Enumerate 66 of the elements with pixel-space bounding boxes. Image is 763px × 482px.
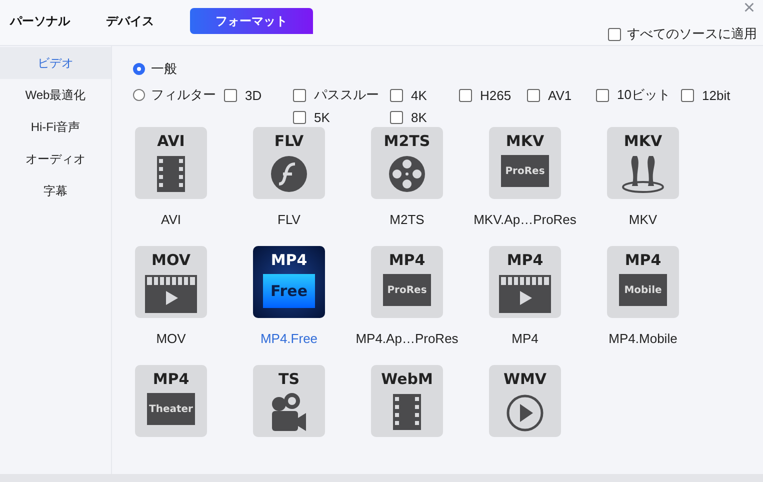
tile-badge: ProRes xyxy=(501,155,549,187)
format-tile[interactable]: MKV xyxy=(607,127,679,199)
sidebar-item[interactable]: 字幕 xyxy=(0,175,111,207)
filter-checkbox[interactable]: パススルー xyxy=(293,86,390,104)
tile-title: FLV xyxy=(274,133,304,150)
format-tile[interactable]: MOV xyxy=(135,246,207,318)
sidebar-item[interactable]: Web最適化 xyxy=(0,79,111,111)
video-player-icon xyxy=(144,273,198,313)
format-tile[interactable]: MP4 Free xyxy=(253,246,325,318)
tile-title: MKV xyxy=(624,133,662,150)
format-tile[interactable]: M2TS xyxy=(371,127,443,199)
format-tile[interactable]: MP4 Theater xyxy=(135,365,207,437)
tile-title: M2TS xyxy=(384,133,430,150)
sidebar-item[interactable]: Hi-Fi音声 xyxy=(0,111,111,143)
format-name: MP4.Ap…ProRes xyxy=(356,331,458,346)
tile-title: MP4 xyxy=(270,252,308,269)
format-tile[interactable]: MKV ProRes xyxy=(489,127,561,199)
filter-checkbox[interactable]: 4K xyxy=(390,86,459,104)
video-player-icon xyxy=(498,273,552,313)
filter-checkbox[interactable]: AV1 xyxy=(527,86,596,104)
theater-curtain-icon xyxy=(621,154,665,194)
tile-title: MP4 xyxy=(152,371,190,388)
tab[interactable]: デバイス xyxy=(106,8,154,34)
apply-all-checkbox[interactable]: すべてのソースに適用 xyxy=(608,25,757,43)
format-tile[interactable]: AVI xyxy=(135,127,207,199)
sidebar-item[interactable]: ビデオ xyxy=(0,47,111,79)
tile-title: TS xyxy=(278,371,300,388)
tile-badge: Free xyxy=(263,274,315,308)
format-name: MKV.Ap…ProRes xyxy=(474,212,576,227)
filter-checkbox[interactable]: 3D xyxy=(224,86,293,104)
filter-checkbox[interactable]: 10ビット xyxy=(596,86,681,104)
tab[interactable]: パーソナル xyxy=(10,8,70,34)
tile-title: MP4 xyxy=(388,252,426,269)
format-name: MP4.Free xyxy=(260,331,318,346)
tile-badge: Mobile xyxy=(619,274,667,306)
tile-title: MKV xyxy=(506,133,544,150)
radio-button[interactable]: 一般 xyxy=(133,60,177,78)
tab[interactable]: フォーマット xyxy=(190,8,313,34)
format-name: AVI xyxy=(161,212,181,227)
format-tile[interactable]: MP4 Mobile xyxy=(607,246,679,318)
tile-title: MOV xyxy=(152,252,190,269)
filter-checkbox[interactable]: 12bit xyxy=(681,86,741,104)
tile-badge: Theater xyxy=(147,393,195,425)
format-tile[interactable]: FLV xyxy=(253,127,325,199)
tile-title: MP4 xyxy=(624,252,662,269)
tile-title: AVI xyxy=(157,133,185,150)
format-name: M2TS xyxy=(390,212,424,227)
filter-checkbox[interactable]: 5K xyxy=(293,108,390,126)
tile-title: WMV xyxy=(503,371,547,388)
sidebar-item[interactable]: オーディオ xyxy=(0,143,111,175)
tile-title: MP4 xyxy=(506,252,544,269)
format-name: MKV xyxy=(628,212,658,227)
tile-title: WebM xyxy=(381,371,433,388)
format-tile[interactable]: TS xyxy=(253,365,325,437)
format-name: MOV xyxy=(156,331,186,346)
radio-button[interactable]: フィルター xyxy=(133,86,216,104)
tile-badge: ProRes xyxy=(383,274,431,306)
format-name: FLV xyxy=(278,212,300,227)
format-tile[interactable]: MP4 xyxy=(489,246,561,318)
filter-checkbox[interactable]: H265 xyxy=(459,86,527,104)
format-name: MP4.Mobile xyxy=(608,331,678,346)
format-tile[interactable]: MP4 ProRes xyxy=(371,246,443,318)
filter-checkbox[interactable]: 8K xyxy=(390,108,459,126)
format-tile[interactable]: WMV xyxy=(489,365,561,437)
format-name: MP4 xyxy=(512,331,538,346)
format-tile[interactable]: WebM xyxy=(371,365,443,437)
